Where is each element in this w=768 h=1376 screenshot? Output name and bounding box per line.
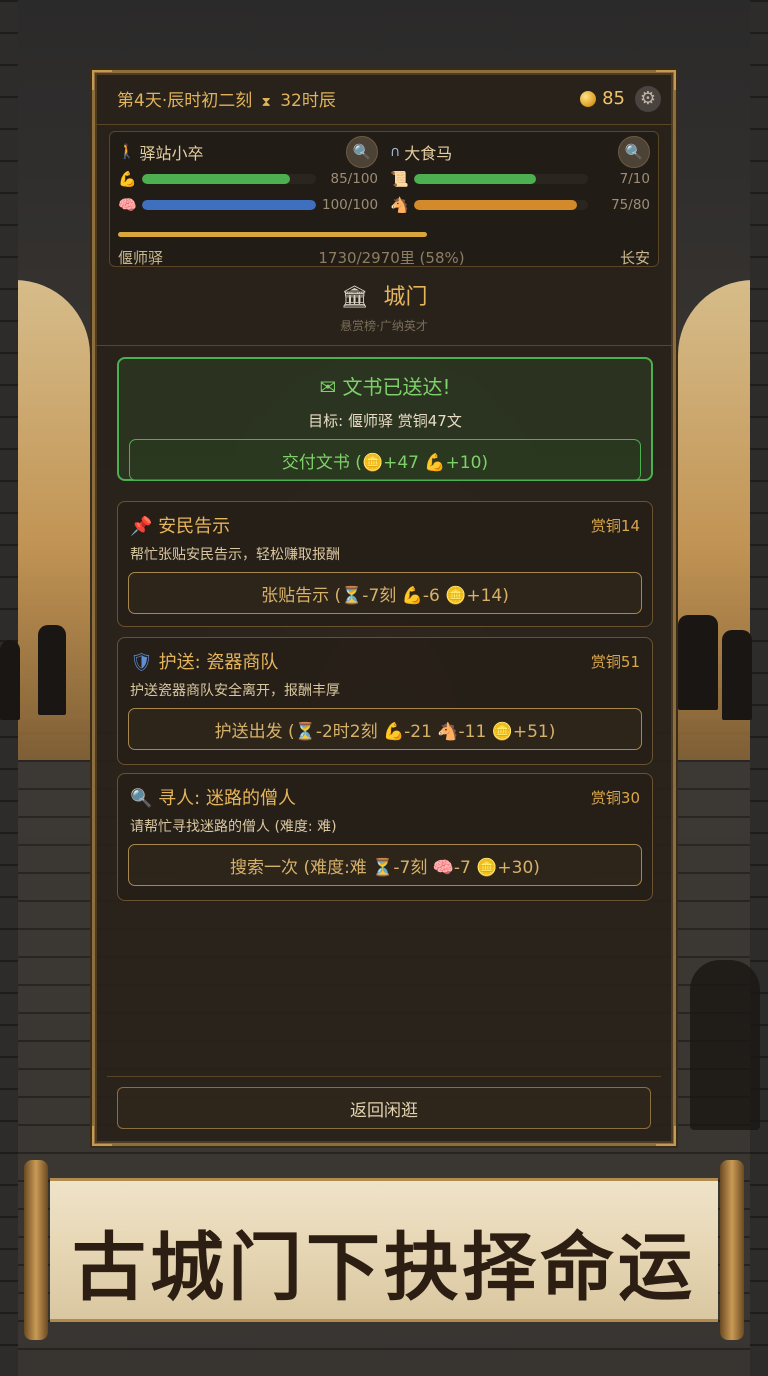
escort-button[interactable]: 护送出发 (⏳-2时2刻 💪-21 🐴-11 🪙+51) (128, 708, 642, 750)
horse-icon: 🐴 (390, 196, 409, 214)
quest-description: 护送瓷器商队安全离开，报酬丰厚 (130, 683, 340, 699)
horse-name: 大食马 (404, 144, 453, 163)
delivery-title: 文书已送达! (342, 375, 451, 399)
corner-ornament (656, 1126, 676, 1146)
horse-status: ∩ 大食马 🔍 📜 7/10 🐴 75/80 (390, 136, 650, 218)
post-notice-button[interactable]: 张贴告示 (⏳-7刻 💪-6 🪙+14) (128, 572, 642, 614)
quest-reward: 赏铜51 (590, 652, 640, 671)
pin-icon: 📌 (130, 516, 153, 537)
coin-count: 85 (602, 88, 625, 109)
main-panel: 第4天·辰时初二刻 ⧗ 32时辰 85 ⚙ 🚶 驿站小卒 🔍 💪 85/100 … (92, 70, 676, 1146)
horse-stamina-value: 75/80 (611, 197, 650, 213)
quest-card: 📌 安民告示 赏铜14 帮忙张贴安民告示，轻松赚取报酬 张贴告示 (⏳-7刻 💪… (117, 501, 653, 627)
remaining-time: 32时辰 (280, 91, 336, 111)
stamina-bar: 💪 85/100 (118, 166, 378, 192)
delivery-complete-card: ✉ 文书已送达! 目标: 偃师驿 赏铜47文 交付文书 (🪙+47 💪+10) (117, 357, 653, 481)
quest-title: 寻人: 迷路的僧人 (158, 788, 296, 809)
route-distance: 1730/2970里 (58%) (318, 249, 465, 267)
spirit-value: 100/100 (322, 197, 379, 213)
route-progress: 偃师驿 1730/2970里 (58%) 长安 (118, 232, 650, 268)
coin-icon (580, 91, 597, 107)
scroll-icon: 📜 (390, 170, 409, 188)
search-once-button[interactable]: 搜索一次 (难度:难 ⏳-7刻 🧠-7 🪙+30) (128, 844, 642, 886)
documents-value: 7/10 (619, 171, 650, 187)
quest-title: 安民告示 (158, 516, 231, 537)
route-progress-bar (118, 232, 427, 237)
documents-bar: 📜 7/10 (390, 166, 650, 192)
top-bar: 第4天·辰时初二刻 ⧗ 32时辰 85 ⚙ (95, 73, 673, 125)
location-name: 城门 (383, 285, 428, 310)
divider (107, 1076, 661, 1077)
day-time-text: 第4天·辰时初二刻 (117, 91, 253, 111)
muscle-icon: 💪 (118, 170, 137, 188)
search-icon: 🔍 (130, 788, 153, 809)
city-wall-right (750, 0, 768, 1376)
deliver-document-button[interactable]: 交付文书 (🪙+47 💪+10) (129, 439, 641, 481)
title-scroll-banner: 古城门下抉择命运 (24, 1160, 744, 1340)
soldier-silhouette (38, 625, 66, 715)
quest-title: 护送: 瓷器商队 (158, 652, 279, 673)
soldier-silhouette (722, 630, 752, 720)
game-time: 第4天·辰时初二刻 ⧗ 32时辰 (117, 86, 580, 111)
horseshoe-icon: ∩ (390, 144, 401, 160)
hourglass-icon: ⧗ (261, 95, 271, 110)
soldier-silhouette (0, 640, 20, 720)
quest-reward: 赏铜30 (590, 788, 640, 807)
quest-card: 🔍 寻人: 迷路的僧人 赏铜30 请帮忙寻找迷路的僧人 (难度: 难) 搜索一次… (117, 773, 653, 901)
rider-silhouette (690, 960, 760, 1130)
inspect-horse-button[interactable]: 🔍 (618, 136, 650, 168)
quest-description: 帮忙张贴安民告示，轻松赚取报酬 (130, 547, 340, 563)
quest-card: 🛡 护送: 瓷器商队 赏铜51 护送瓷器商队安全离开，报酬丰厚 护送出发 (⏳-… (117, 637, 653, 765)
gear-icon[interactable]: ⚙ (635, 85, 661, 112)
horseman-silhouette (678, 615, 718, 710)
corner-ornament (92, 1126, 112, 1146)
route-destination: 长安 (619, 249, 650, 267)
brain-icon: 🧠 (118, 196, 137, 214)
location-header: 🏛 城门 悬赏榜·广纳英才 (95, 273, 673, 346)
shield-icon: 🛡 (130, 652, 153, 673)
inspect-player-button[interactable]: 🔍 (346, 136, 378, 168)
quest-description: 请帮忙寻找迷路的僧人 (难度: 难) (130, 819, 337, 835)
return-button[interactable]: 返回闲逛 (117, 1087, 651, 1129)
courier-icon: 🚶 (118, 144, 136, 160)
route-origin: 偃师驿 (118, 249, 164, 267)
building-icon: 🏛 (340, 285, 369, 310)
banner-slogan: 古城门下抉择命运 (72, 1225, 696, 1311)
spirit-bar: 🧠 100/100 (118, 192, 378, 218)
horse-stamina-bar: 🐴 75/80 (390, 192, 650, 218)
stamina-value: 85/100 (330, 171, 379, 187)
location-subtitle: 悬赏榜·广纳英才 (340, 319, 428, 333)
player-status: 🚶 驿站小卒 🔍 💪 85/100 🧠 100/100 (118, 136, 378, 218)
status-panel: 🚶 驿站小卒 🔍 💪 85/100 🧠 100/100 ∩ 大食马 🔍 📜 7/… (109, 131, 659, 267)
quest-reward: 赏铜14 (590, 516, 640, 535)
player-name: 驿站小卒 (139, 144, 204, 163)
envelope-icon: ✉ (319, 375, 337, 399)
coin-counter: 85 (580, 88, 625, 109)
delivery-target: 目标: 偃师驿 赏铜47文 (308, 412, 462, 430)
